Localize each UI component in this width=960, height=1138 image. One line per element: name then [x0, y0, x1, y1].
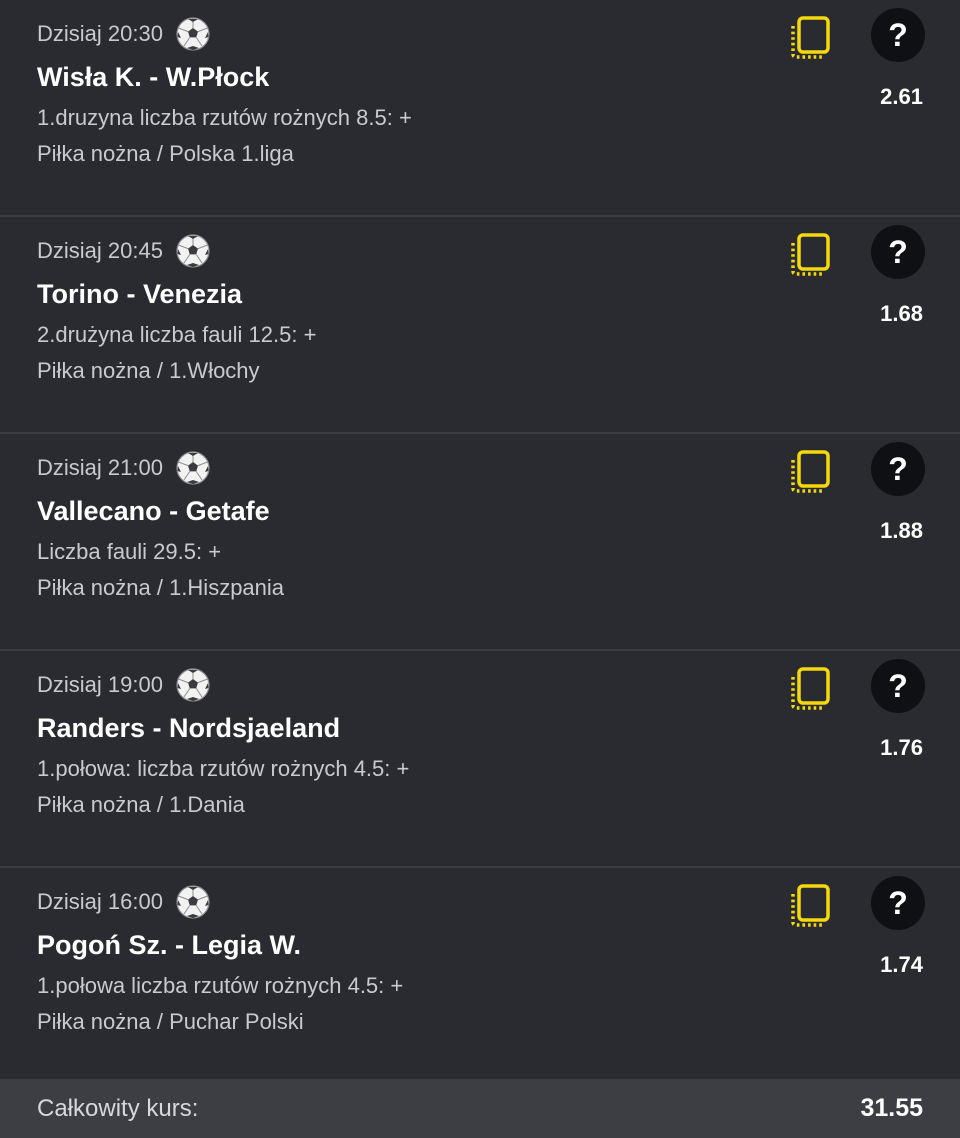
- match-name: Randers - Nordsjaeland: [37, 713, 341, 743]
- time-row: Dzisiaj 19:00: [37, 665, 211, 705]
- bet-item[interactable]: Dzisiaj 20:45 Torino - Venezia 2.drużyna…: [0, 217, 960, 434]
- match-name: Pogoń Sz. - Legia W.: [37, 930, 302, 960]
- time-row: Dzisiaj 21:00: [37, 448, 211, 488]
- help-button[interactable]: ?: [871, 8, 925, 62]
- soccer-ball-icon: [176, 885, 210, 919]
- bet-odds: 1.88: [880, 518, 923, 543]
- help-button[interactable]: ?: [871, 659, 925, 713]
- statistics-icon[interactable]: [788, 882, 834, 928]
- bet-odds: 2.61: [880, 84, 923, 109]
- bet-odds: 1.74: [880, 952, 923, 977]
- bet-market: Liczba fauli 29.5: +: [37, 539, 222, 564]
- league-name: Piłka nożna / Puchar Polski: [37, 1009, 304, 1034]
- match-name: Wisła K. - W.Płock: [37, 62, 270, 92]
- bet-time: Dzisiaj 21:00: [37, 455, 163, 480]
- statistics-icon[interactable]: [788, 14, 834, 60]
- bet-item[interactable]: Dzisiaj 20:30 Wisła K. - W.Płock 1.druzy…: [0, 0, 960, 217]
- help-button[interactable]: ?: [871, 442, 925, 496]
- help-button[interactable]: ?: [871, 876, 925, 930]
- bet-time: Dzisiaj 20:30: [37, 21, 163, 46]
- bet-market: 1.połowa liczba rzutów rożnych 4.5: +: [37, 973, 404, 998]
- bet-market: 1.druzyna liczba rzutów rożnych 8.5: +: [37, 105, 412, 130]
- statistics-icon[interactable]: [788, 448, 834, 494]
- bet-market: 1.połowa: liczba rzutów rożnych 4.5: +: [37, 756, 410, 781]
- bet-market: 2.drużyna liczba fauli 12.5: +: [37, 322, 317, 347]
- bet-odds: 1.68: [880, 301, 923, 326]
- time-row: Dzisiaj 20:45: [37, 231, 211, 271]
- statistics-icon[interactable]: [788, 231, 834, 277]
- soccer-ball-icon: [176, 668, 210, 702]
- soccer-ball-icon: [176, 234, 210, 268]
- help-button[interactable]: ?: [871, 225, 925, 279]
- bet-time: Dzisiaj 19:00: [37, 672, 163, 697]
- league-name: Piłka nożna / 1.Hiszpania: [37, 575, 285, 600]
- bet-time: Dzisiaj 16:00: [37, 889, 163, 914]
- bet-item[interactable]: Dzisiaj 19:00 Randers - Nordsjaeland 1.p…: [0, 651, 960, 868]
- total-odds-bar: Całkowity kurs: 31.55: [0, 1079, 960, 1138]
- match-name: Torino - Venezia: [37, 279, 243, 309]
- league-name: Piłka nożna / 1.Dania: [37, 792, 245, 817]
- soccer-ball-icon: [176, 451, 210, 485]
- bet-item[interactable]: Dzisiaj 21:00 Vallecano - Getafe Liczba …: [0, 434, 960, 651]
- time-row: Dzisiaj 16:00: [37, 882, 211, 922]
- bet-item[interactable]: Dzisiaj 16:00 Pogoń Sz. - Legia W. 1.poł…: [0, 868, 960, 1087]
- soccer-ball-icon: [176, 17, 210, 51]
- bet-time: Dzisiaj 20:45: [37, 238, 163, 263]
- league-name: Piłka nożna / Polska 1.liga: [37, 141, 294, 166]
- total-odds-label: Całkowity kurs:: [37, 1095, 199, 1122]
- time-row: Dzisiaj 20:30: [37, 14, 211, 54]
- match-name: Vallecano - Getafe: [37, 496, 270, 526]
- statistics-icon[interactable]: [788, 665, 834, 711]
- bet-odds: 1.76: [880, 735, 923, 760]
- league-name: Piłka nożna / 1.Włochy: [37, 358, 260, 383]
- bet-list: Dzisiaj 20:30 Wisła K. - W.Płock 1.druzy…: [0, 0, 960, 1087]
- total-odds-value: 31.55: [860, 1094, 923, 1122]
